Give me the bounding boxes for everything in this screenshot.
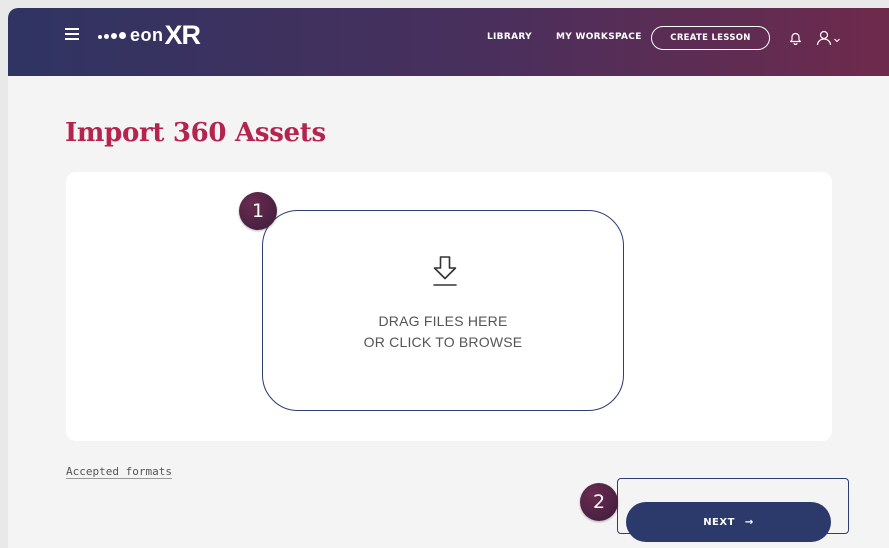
dropzone-instructions: DRAG FILES HERE OR CLICK TO BROWSE [263,311,623,353]
app-window: eon XR LIBRARY MY WORKSPACE CREATE LESSO… [8,8,889,548]
nav-library-link[interactable]: LIBRARY [487,32,532,42]
page-title: Import 360 Assets [65,118,326,148]
arrow-right-icon: → [744,516,754,528]
download-icon [433,256,457,286]
chevron-down-icon [834,38,840,43]
dropzone-line-2: OR CLICK TO BROWSE [363,334,523,350]
top-navigation-bar: eon XR LIBRARY MY WORKSPACE CREATE LESSO… [8,8,889,76]
dropzone-line-1: DRAG FILES HERE [378,313,508,329]
accepted-formats-link[interactable]: Accepted formats [66,465,172,478]
hamburger-menu-icon[interactable] [65,28,79,40]
next-button[interactable]: NEXT → [626,502,831,542]
user-icon[interactable] [816,30,842,46]
bell-icon[interactable] [789,31,802,45]
nav-my-workspace-link[interactable]: MY WORKSPACE [556,32,642,42]
create-lesson-button[interactable]: CREATE LESSON [651,26,770,50]
next-button-label: NEXT [703,516,735,528]
step-2-badge: 2 [580,483,618,521]
logo-text-eon: eon [130,24,164,45]
logo-dots-icon [98,31,126,39]
eonxr-logo[interactable]: eon XR [98,19,202,50]
upload-card: DRAG FILES HERE OR CLICK TO BROWSE [66,172,832,441]
step-1-badge: 1 [239,192,277,230]
logo-text-xr: XR [164,19,202,50]
file-dropzone[interactable]: DRAG FILES HERE OR CLICK TO BROWSE [262,210,624,411]
